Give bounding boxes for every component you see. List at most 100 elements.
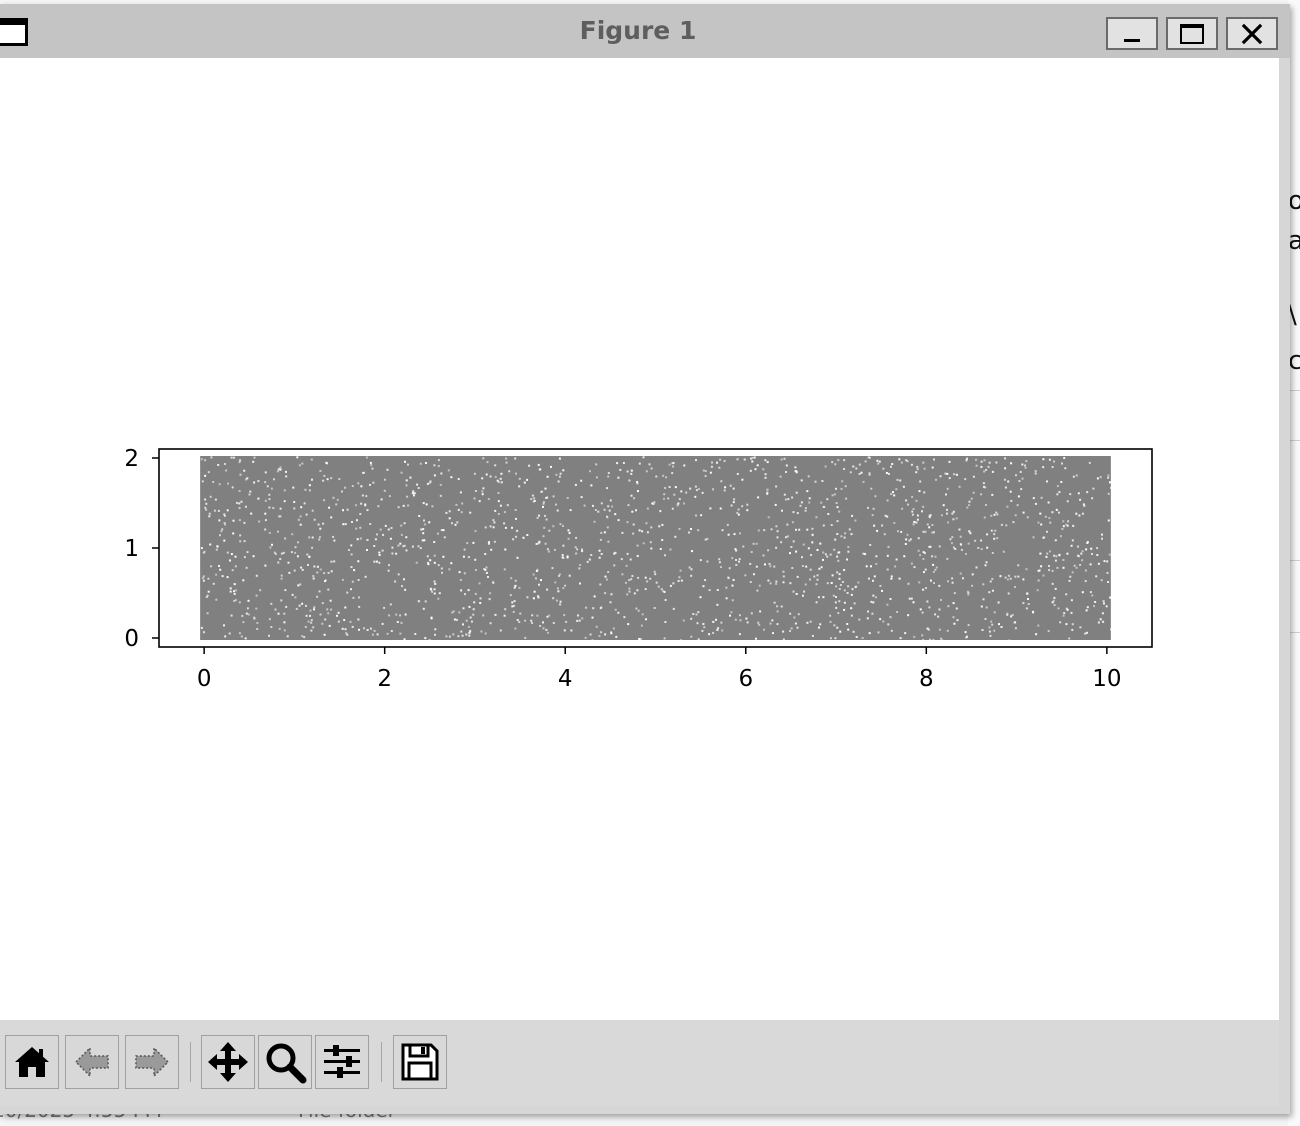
scatter-gap (723, 489, 726, 492)
scatter-gap (271, 543, 273, 546)
scatter-gap (386, 632, 389, 635)
maximize-button[interactable] (1166, 17, 1218, 50)
scatter-gap (536, 516, 539, 519)
scatter-gap (931, 555, 934, 558)
home-button[interactable] (5, 1035, 59, 1089)
forward-arrow-icon (135, 1046, 170, 1078)
scatter-gap (1065, 593, 1068, 596)
scatter-gap (746, 509, 749, 512)
minimize-button[interactable] (1106, 17, 1158, 50)
scatter-gap (566, 497, 569, 499)
zoom-button[interactable] (258, 1035, 312, 1089)
scatter-gap (924, 530, 927, 533)
scatter-gap (750, 551, 753, 553)
scatter-gap (904, 632, 907, 635)
scatter-gap (1025, 607, 1028, 610)
scatter-gap (839, 630, 842, 633)
forward-button[interactable] (125, 1035, 179, 1089)
scatter-gap (972, 475, 975, 478)
scatter-gap (871, 514, 874, 517)
scatter-gap (1099, 476, 1102, 479)
close-button[interactable] (1226, 17, 1278, 50)
scatter-gap (804, 507, 807, 509)
scatter-gap (1103, 560, 1106, 563)
scatter-gap (373, 629, 376, 632)
scatter-gap (551, 567, 554, 570)
scatter-gap (333, 539, 336, 542)
scatter-gap (1004, 576, 1007, 579)
scatter-gap (514, 457, 517, 460)
scatter-gap (611, 505, 614, 508)
scatter-gap (252, 460, 255, 463)
scatter-gap (431, 505, 434, 508)
scatter-gap (993, 537, 996, 540)
configure-subplots-button[interactable] (315, 1035, 369, 1089)
scatter-gap (405, 536, 408, 539)
save-button[interactable] (393, 1035, 447, 1089)
scatter-gap (626, 552, 629, 555)
scatter-gap (229, 590, 232, 593)
scatter-gap (934, 613, 937, 616)
scatter-gap (1084, 580, 1087, 583)
scatter-gap (497, 500, 500, 503)
scatter-gap (835, 585, 838, 588)
scatter-gap (738, 614, 741, 617)
scatter-gap (898, 577, 901, 580)
scatter-gap (910, 562, 913, 565)
scatter-gap (762, 468, 765, 471)
scatter-gap (792, 540, 795, 543)
scatter-gap (1107, 581, 1110, 583)
scatter-gap (500, 481, 503, 484)
scatter-gap (535, 570, 538, 572)
scatter-gap (250, 512, 253, 515)
scatter-gap (1004, 457, 1007, 460)
scatter-gap (355, 527, 358, 530)
pan-button[interactable] (201, 1035, 255, 1089)
scatter-gap (272, 507, 275, 509)
scatter-gap (799, 504, 802, 507)
scatter-gap (411, 545, 414, 548)
scatter-gap (356, 538, 359, 541)
scatter-gap (628, 587, 631, 590)
toolbar-separator (381, 1042, 382, 1082)
scatter-gap (663, 497, 665, 500)
scatter-gap (834, 463, 837, 466)
scatter-gap (230, 614, 233, 617)
scatter-gap (622, 462, 625, 464)
title-bar[interactable]: Figure 1 (0, 4, 1290, 58)
scatter-gap (980, 548, 983, 551)
scatter-gap (567, 537, 570, 540)
scatter-gap (1013, 621, 1016, 624)
scatter-gap (484, 526, 487, 529)
scatter-gap (980, 539, 983, 542)
scatter-gap (775, 525, 778, 528)
scatter-gap (776, 605, 779, 608)
back-button[interactable] (65, 1035, 119, 1089)
scatter-gap (922, 588, 925, 591)
scatter-gap (1064, 467, 1067, 470)
scatter-gap (1067, 520, 1070, 523)
scatter-gap (709, 471, 712, 474)
scatter-gap (993, 611, 996, 614)
scatter-gap (248, 493, 251, 496)
scatter-gap (709, 507, 712, 510)
scatter-gap (574, 546, 577, 549)
scatter-gap (783, 493, 786, 496)
scatter-gap (1009, 490, 1012, 493)
scatter-gap (503, 614, 506, 617)
scatter-gap (975, 464, 978, 467)
scatter-gap (628, 479, 631, 482)
scatter-gap (1089, 563, 1092, 566)
scatter-gap (499, 504, 502, 507)
scatter-gap (437, 597, 440, 600)
scatter-gap (538, 514, 540, 517)
scatter-gap (1005, 524, 1008, 527)
scatter-gap (741, 478, 744, 481)
scatter-gap (838, 600, 841, 603)
scatter-gap (683, 464, 686, 467)
scatter-gap (213, 509, 216, 512)
scatter-gap (544, 514, 546, 517)
scatter-gap (434, 633, 436, 636)
scatter-gap (851, 588, 854, 591)
figure-canvas[interactable]: 0 2 4 6 8 10 0 1 2 (0, 58, 1279, 1020)
